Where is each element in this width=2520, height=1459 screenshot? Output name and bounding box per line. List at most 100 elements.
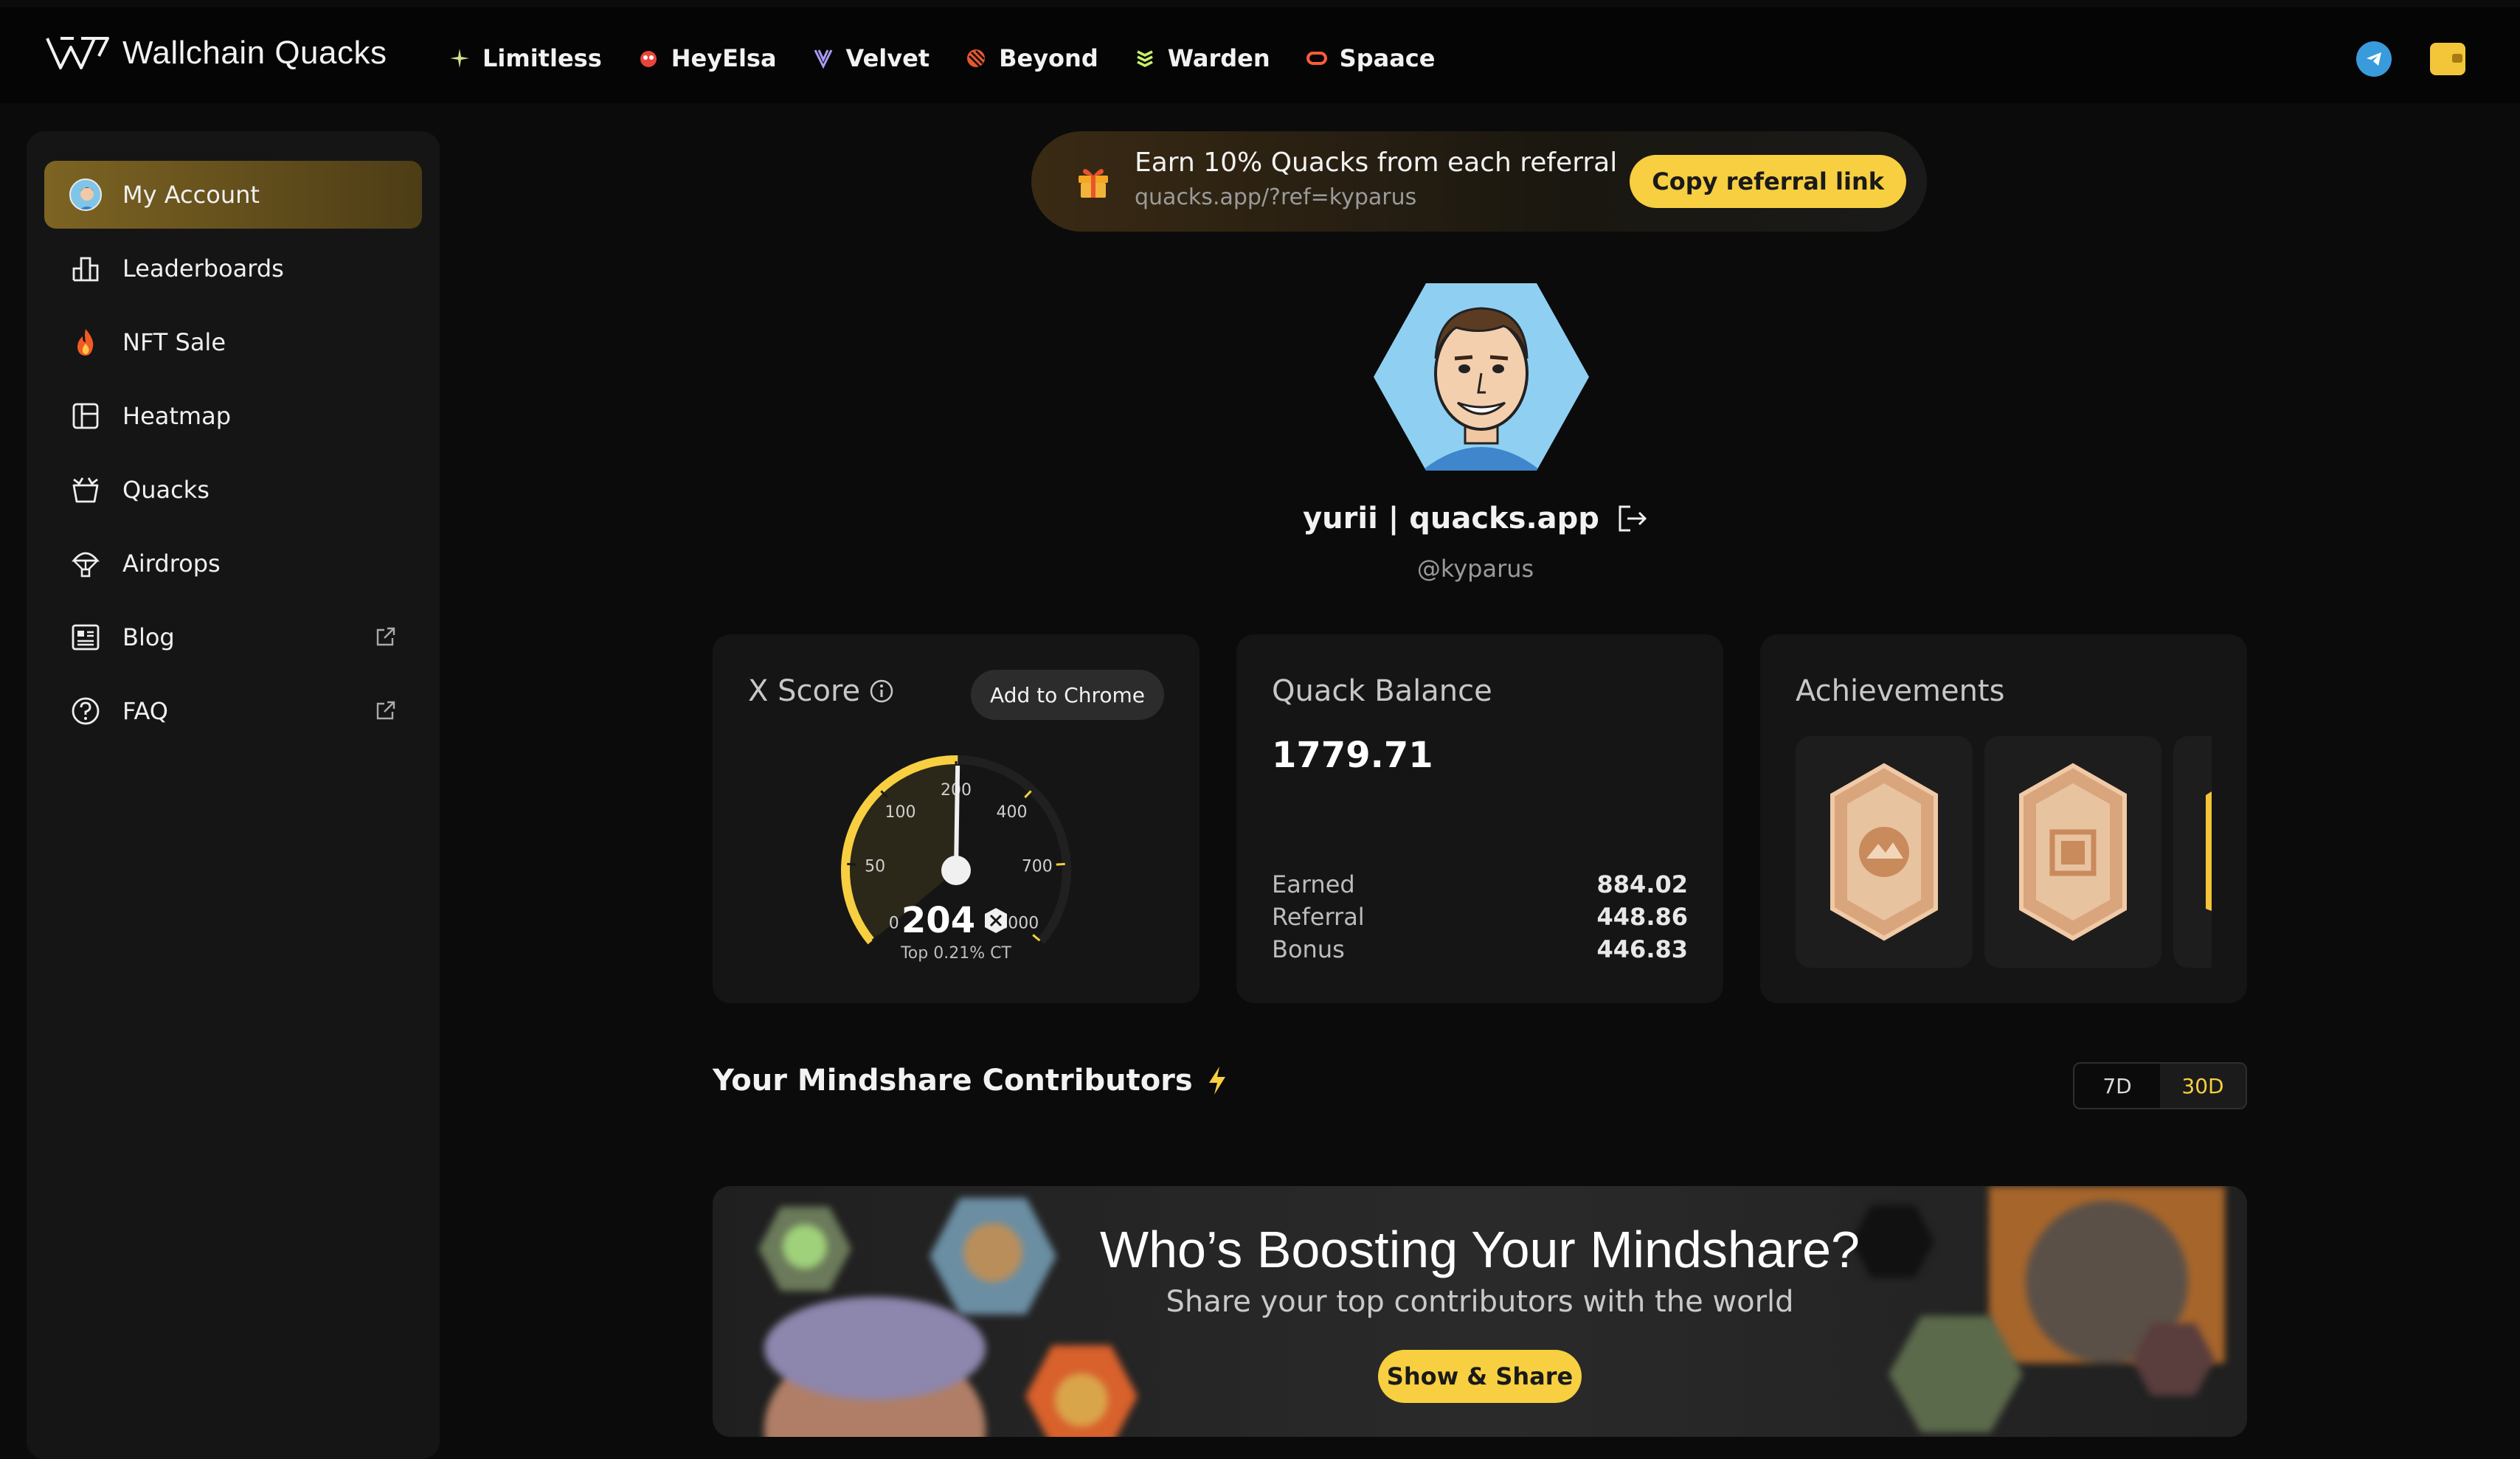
- contributor-avatar: [2132, 1323, 2215, 1396]
- sidebar-item-label: FAQ: [122, 697, 168, 725]
- referral-title: Earn 10% Quacks from each referral: [1135, 148, 1618, 178]
- partner-beyond[interactable]: Beyond: [963, 44, 1098, 72]
- basket-icon: [69, 474, 102, 506]
- partner-label: HeyElsa: [671, 44, 777, 72]
- boost-subtitle: Share your top contributors with the wor…: [1166, 1285, 1794, 1319]
- quack-balance-title: Quack Balance: [1272, 674, 1492, 708]
- partner-warden[interactable]: Warden: [1132, 44, 1270, 72]
- x-score-value: 204: [901, 900, 976, 941]
- achievements-carousel[interactable]: [1796, 736, 2212, 971]
- partner-label: Spaace: [1339, 44, 1436, 72]
- balance-row-earned: Earned 884.02: [1272, 870, 1688, 898]
- balance-label: Earned: [1272, 870, 1355, 898]
- sidebar-item-label: Quacks: [122, 476, 210, 504]
- sidebar-item-heatmap[interactable]: Heatmap: [44, 382, 422, 450]
- warden-icon: [1132, 46, 1157, 71]
- balance-label: Bonus: [1272, 935, 1345, 963]
- mindshare-title-row: Your Mindshare Contributors: [713, 1064, 1228, 1098]
- partner-label: Velvet: [845, 44, 930, 72]
- partner-spaace[interactable]: Spaace: [1304, 44, 1436, 72]
- x-score-card: X Score Add to Chrome 050100200400700100…: [713, 634, 1200, 1003]
- sidebar-item-label: NFT Sale: [122, 328, 226, 356]
- question-icon: [69, 695, 102, 727]
- achievement-badge[interactable]: [1796, 736, 1973, 968]
- sidebar-item-label: Blog: [122, 623, 175, 651]
- sidebar-item-label: Heatmap: [122, 402, 231, 430]
- balance-amount: 884.02: [1596, 870, 1688, 898]
- range-30d-button[interactable]: 30D: [2160, 1064, 2246, 1108]
- info-icon[interactable]: [869, 679, 894, 704]
- velvet-icon: [811, 46, 836, 71]
- spaace-icon: [1304, 46, 1329, 71]
- score-badge-icon: [985, 908, 1008, 933]
- copy-referral-button[interactable]: Copy referral link: [1630, 155, 1906, 208]
- hex-badge-icon: [1830, 763, 1938, 941]
- elsa-icon: [636, 46, 661, 71]
- sidebar-item-leaderboards[interactable]: Leaderboards: [44, 235, 422, 302]
- avatar-image: [1374, 283, 1589, 471]
- partner-velvet[interactable]: Velvet: [811, 44, 930, 72]
- sidebar-item-quacks[interactable]: Quacks: [44, 456, 422, 524]
- balance-row-referral: Referral 448.86: [1272, 903, 1688, 931]
- gauge-tick-label: 700: [1022, 858, 1053, 876]
- app-logo[interactable]: Wallchain Quacks: [44, 34, 387, 72]
- profile-avatar[interactable]: [1371, 277, 1592, 479]
- hex-badge-icon: [2019, 763, 2127, 941]
- sidebar-item-label: Airdrops: [122, 550, 221, 578]
- partner-label: Beyond: [999, 44, 1098, 72]
- gauge-tick-label: 400: [996, 803, 1027, 822]
- partner-links: Limitless HeyElsa Velvet Beyond Warden S…: [447, 44, 1435, 72]
- range-7d-button[interactable]: 7D: [2074, 1064, 2160, 1108]
- partner-heyelsa[interactable]: HeyElsa: [636, 44, 777, 72]
- quack-balance-card: Quack Balance 1779.71 Earned 884.02 Refe…: [1236, 634, 1723, 1003]
- fire-icon: [69, 326, 102, 358]
- sidebar-item-faq[interactable]: FAQ: [44, 677, 422, 745]
- external-link-icon: [376, 701, 395, 720]
- balance-amount: 448.86: [1596, 903, 1688, 931]
- achievements-title: Achievements: [1796, 674, 2005, 708]
- sidebar-item-label: Leaderboards: [122, 254, 284, 283]
- range-toggle: 7D 30D: [2073, 1062, 2247, 1109]
- sidebar-item-label: My Account: [122, 181, 260, 209]
- app-title: Wallchain Quacks: [122, 35, 387, 71]
- show-and-share-button[interactable]: Show & Share: [1378, 1350, 1582, 1403]
- referral-link-text: quacks.app/?ref=kyparus: [1135, 184, 1417, 210]
- telegram-icon[interactable]: [2356, 41, 2392, 77]
- achievement-badge[interactable]: [2173, 736, 2212, 968]
- logout-icon[interactable]: [1617, 504, 1648, 533]
- x-score-title: X Score: [748, 674, 861, 708]
- mindshare-boost-banner: Who’s Boosting Your Mindshare? Share you…: [713, 1186, 2247, 1437]
- avatar-icon: [69, 179, 102, 211]
- add-to-chrome-button[interactable]: Add to Chrome: [971, 670, 1164, 720]
- balance-label: Referral: [1272, 903, 1365, 931]
- gauge-tick-label: 100: [885, 803, 916, 822]
- mindshare-title: Your Mindshare Contributors: [713, 1064, 1193, 1098]
- profile-name: yurii | quacks.app: [1303, 502, 1599, 536]
- achievements-card: Achievements: [1760, 634, 2247, 1003]
- wallchain-logo-icon: [46, 37, 109, 69]
- sidebar-item-airdrops[interactable]: Airdrops: [44, 530, 422, 597]
- balance-row-bonus: Bonus 446.83: [1272, 935, 1688, 963]
- sidebar-item-nft-sale[interactable]: NFT Sale: [44, 308, 422, 376]
- hex-badge-icon: [2206, 791, 2212, 911]
- contributor-avatar: [1889, 1316, 2023, 1432]
- wallet-icon[interactable]: [2430, 43, 2465, 75]
- bar-chart-icon: [69, 252, 102, 285]
- sidebar-item-my-account[interactable]: My Account: [44, 161, 422, 229]
- sidebar: My Account Leaderboards NFT Sale Heatmap…: [27, 131, 440, 1459]
- partner-limitless[interactable]: Limitless: [447, 44, 602, 72]
- news-icon: [69, 621, 102, 654]
- partner-label: Limitless: [482, 44, 602, 72]
- referral-banner: Earn 10% Quacks from each referral quack…: [1031, 131, 1927, 232]
- x-score-title-row: X Score: [748, 674, 894, 708]
- profile-handle: @kyparus: [1416, 555, 1534, 583]
- quack-balance-value: 1779.71: [1272, 735, 1433, 776]
- achievement-badge[interactable]: [1984, 736, 2161, 968]
- lightning-icon: [1208, 1067, 1225, 1095]
- profile-name-row: yurii | quacks.app: [1107, 502, 1844, 536]
- x-score-rank: Top 0.21% CT: [901, 944, 1011, 963]
- contributor-avatar: [1025, 1345, 1138, 1437]
- sidebar-item-blog[interactable]: Blog: [44, 603, 422, 671]
- gauge-tick-label: 50: [865, 858, 885, 876]
- sparkle-icon: [447, 46, 472, 71]
